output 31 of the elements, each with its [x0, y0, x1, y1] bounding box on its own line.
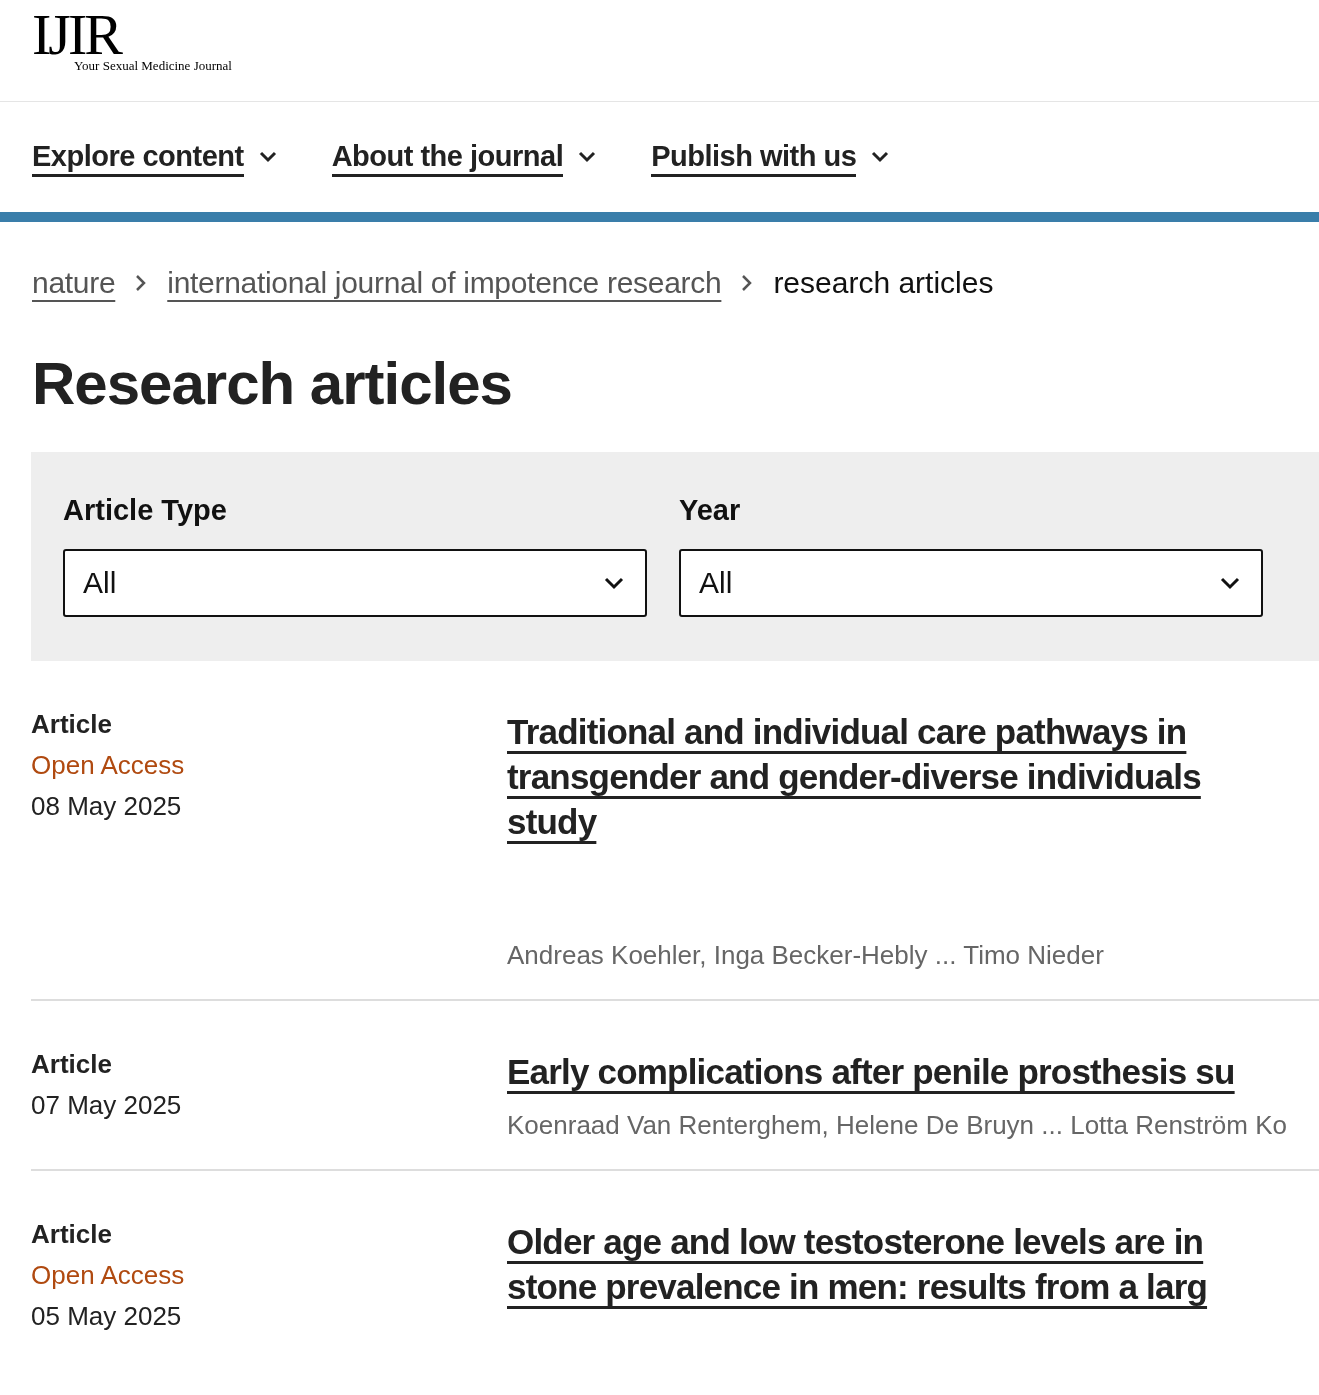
chevron-down-icon: [603, 576, 625, 590]
filter-label: Year: [679, 494, 742, 527]
chevron-right-icon: [741, 273, 754, 293]
chevron-down-icon: [257, 150, 278, 164]
breadcrumb-link[interactable]: nature: [32, 266, 116, 300]
nav-menu-link[interactable]: About the journal: [331, 137, 598, 177]
open-access-label: Open Access: [31, 1260, 186, 1291]
chevron-right-icon: [135, 273, 148, 293]
chevron-down-icon: [870, 150, 891, 164]
article-type: Article: [31, 1219, 113, 1250]
open-access-label: Open Access: [31, 750, 186, 781]
publish-date: 07 May 2025: [31, 1090, 183, 1121]
author-list: Koenraad Van Renterghem, Helene De Bruyn ... Lotta Renström Ko: [507, 1110, 1287, 1141]
nav-menu-link[interactable]: Explore content: [32, 137, 278, 177]
article-type: Article: [31, 709, 113, 740]
breadcrumb-link[interactable]: international journal of impotence research: [167, 266, 722, 300]
article-title-link[interactable]: Older age and low testosterone levels are in stone prevalence in men: results from a larg: [507, 1219, 1208, 1309]
filter-label: Article Type: [63, 494, 228, 527]
author-list: Andreas Koehler, Inga Becker-Hebly ... Timo Nieder: [507, 940, 1201, 971]
article-type: Article: [31, 1049, 113, 1080]
chevron-down-icon: [1219, 576, 1241, 590]
dropdown-select[interactable]: All: [63, 549, 647, 617]
page-heading: Research articles: [32, 349, 513, 419]
publish-date: 05 May 2025: [31, 1301, 183, 1332]
nav-menu-link[interactable]: Publish with us: [651, 137, 891, 177]
breadcrumb-current: research articles: [773, 266, 994, 300]
dropdown-select[interactable]: All: [679, 549, 1263, 617]
article-title-link[interactable]: Traditional and individual care pathways in transgender and gender-diverse individuals study: [507, 709, 1201, 844]
publish-date: 08 May 2025: [31, 791, 183, 822]
chevron-down-icon: [577, 150, 598, 164]
article-title-link[interactable]: Early complications after penile prosthesis su: [507, 1049, 1287, 1094]
